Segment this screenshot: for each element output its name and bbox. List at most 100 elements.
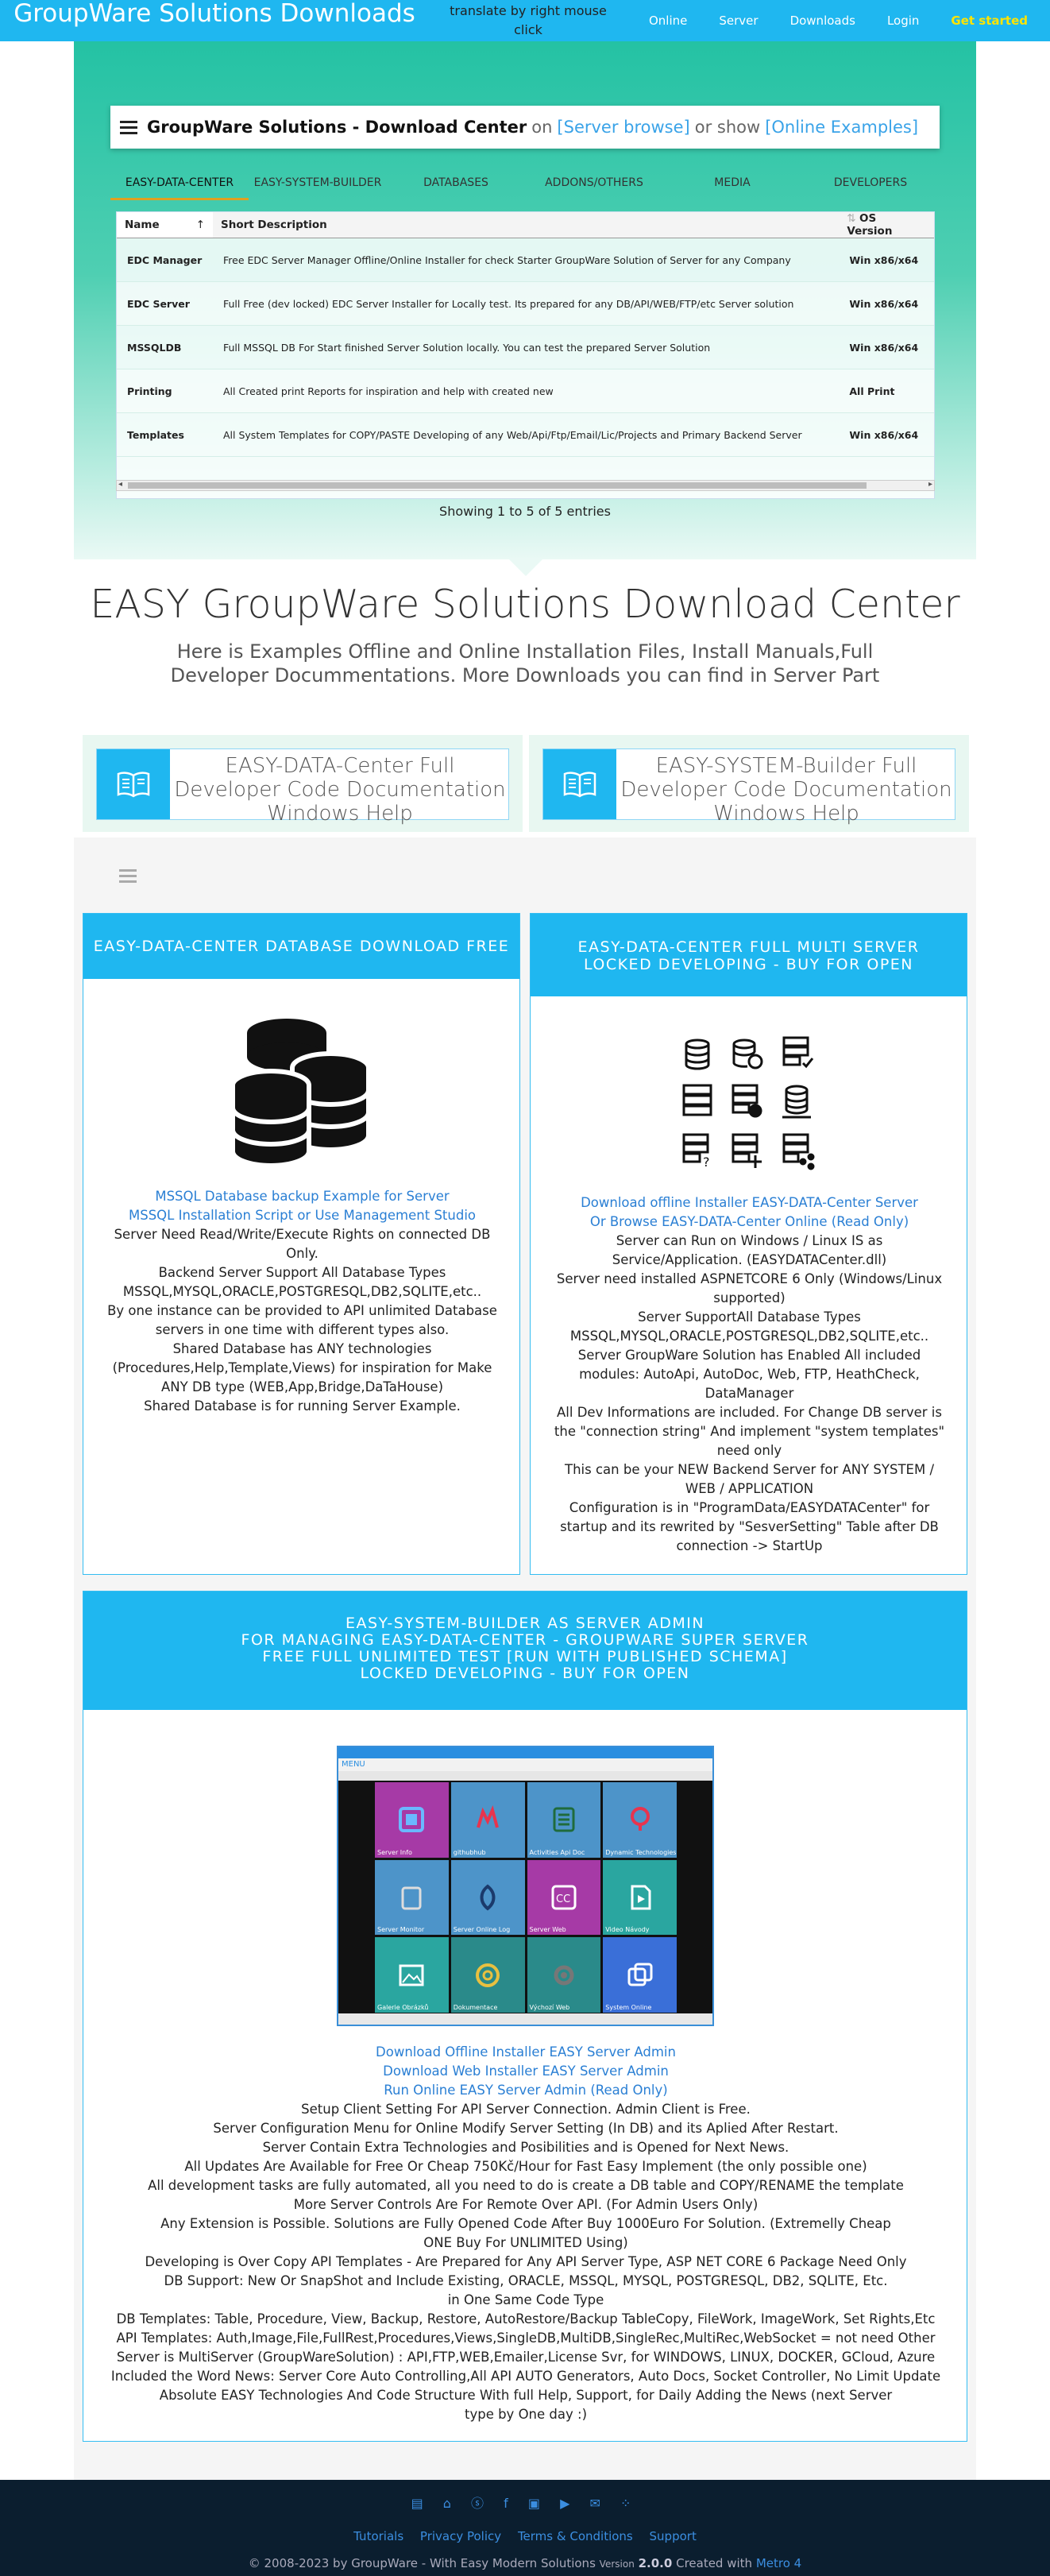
server-icons-grid: ? [677, 1035, 820, 1181]
cell-description: All System Templates for COPY/PASTE Deve… [213, 412, 840, 457]
info-line: Server Configuration Menu for Online Mod… [213, 2121, 839, 2136]
nav-link-login[interactable]: Login [887, 14, 919, 28]
hamburger-icon[interactable] [120, 118, 137, 137]
sort-up-icon[interactable]: ↑ [196, 219, 205, 231]
card-multi-server: EASY-DATA-CENTER FULL MULTI SERVER LOCKE… [530, 913, 967, 1575]
menu-icon[interactable] [119, 866, 137, 886]
cell-d [932, 238, 934, 282]
info-line: Server can Run on Windows / Linux IS as … [612, 1233, 887, 1267]
sort-icon[interactable]: ⇅ [847, 212, 859, 225]
tile-server-monitor: Server Monitor [375, 1859, 449, 1936]
footer: ▤ ⌂ ⓢ f ▣ ▶ ✉ ⁘ Tutorials Privacy Policy… [0, 2480, 1050, 2576]
tile-technologies: Dynamic Technologies [603, 1782, 677, 1858]
online-examples-link[interactable]: [Online Examples] [765, 118, 918, 137]
created-with-text: Created with [676, 2556, 753, 2570]
info-line: Server need installed ASPNETCORE 6 Only … [556, 1271, 943, 1305]
footer-link-tutorials[interactable]: Tutorials [353, 2529, 403, 2543]
nav-link-online[interactable]: Online [649, 14, 687, 28]
screenshot-tiles: Server Info githubhub Activities Api Doc… [375, 1782, 677, 2013]
home-icon[interactable]: ⌂ [443, 2496, 459, 2511]
card-title: EASY-DATA-CENTER DATABASE DOWNLOAD FREE [83, 914, 519, 979]
info-line: Server Contain Extra Technologies and Po… [262, 2140, 789, 2155]
tile-default-web: Výchozí Web [527, 1937, 601, 2013]
cell-description: Free EDC Server Manager Offline/Online I… [213, 238, 840, 282]
download-web-admin-link[interactable]: Download Web Installer EASY Server Admin [99, 2062, 952, 2081]
tile-system-online: System Online [603, 1937, 677, 2013]
info-line: More Server Controls Are For Remote Over… [293, 2197, 759, 2212]
tab-easy-data-center[interactable]: EASY-DATA-CENTER [110, 168, 249, 200]
info-line: API Templates: Auth,Image,File,FullRest,… [116, 2330, 936, 2346]
table-row[interactable]: Printing All Created print Reports for i… [117, 369, 934, 413]
run-online-admin-link[interactable]: Run Online EASY Server Admin (Read Only) [99, 2081, 952, 2100]
doc-link-data-center[interactable]: EASY-DATA-Center Full Developer Code Doc… [96, 748, 509, 826]
get-started-button[interactable]: Get started [951, 14, 1028, 28]
info-line: DB Templates: Table, Procedure, View, Ba… [116, 2311, 936, 2327]
card-database-download: EASY-DATA-CENTER DATABASE DOWNLOAD FREE … [83, 913, 520, 1575]
info-line: All development tasks are fully automate… [148, 2178, 904, 2193]
server-browse-link[interactable]: [Server browse] [557, 118, 689, 137]
info-line: Setup Client Setting For API Server Conn… [301, 2102, 751, 2117]
translate-hint: translate by right mouse click [450, 3, 607, 37]
column-header-d[interactable]: D [932, 212, 934, 238]
footer-link-support[interactable]: Support [650, 2529, 697, 2543]
tile-online-log: Server Online Log [450, 1859, 525, 1936]
svg-text:CC: CC [556, 1893, 570, 1905]
rss-icon[interactable]: ▤ [411, 2496, 431, 2511]
cell-os: Win x86/x64 [839, 325, 933, 369]
mssql-script-link[interactable]: MSSQL Installation Script or Use Managem… [107, 1206, 497, 1225]
column-header-os[interactable]: ⇅ OS Version [839, 212, 933, 238]
tile-video: Video Návody [603, 1859, 677, 1936]
download-tabs: EASY-DATA-CENTER EASY-SYSTEM-BUILDER DAT… [110, 168, 940, 200]
nav-link-server[interactable]: Server [719, 14, 758, 28]
title-on-text: on [531, 118, 553, 137]
brand-title[interactable]: GroupWare Solutions Downloads [0, 0, 429, 32]
skype-icon[interactable]: ⓢ [471, 2496, 492, 2511]
column-header-name[interactable]: Name ↑ [117, 212, 213, 238]
facebook-icon[interactable]: f [504, 2496, 516, 2511]
mssql-backup-link[interactable]: MSSQL Database backup Example for Server [107, 1187, 497, 1206]
download-offline-installer-link[interactable]: Download offline Installer EASY-DATA-Cen… [553, 1193, 946, 1213]
hero-pointer [508, 559, 543, 576]
copyright-text: © 2008-2023 by GroupWare - With Easy Mod… [248, 2556, 596, 2570]
table-info: Showing 1 to 5 of 5 entries [439, 504, 611, 519]
doc-link-system-builder[interactable]: EASY-SYSTEM-Builder Full Developer Code … [542, 748, 955, 826]
downloads-table: Name↑ Short Description ⇅ OS Version D E… [116, 211, 935, 499]
page-subtitle: Here is Examples Offline and Online Inst… [170, 640, 880, 687]
email-icon[interactable]: ✉ [590, 2496, 608, 2511]
scroll-right-icon[interactable]: ▸ [928, 480, 932, 489]
info-line: Included the Word News: Server Core Auto… [110, 2369, 941, 2384]
book-icon [97, 749, 170, 819]
cell-description: Full MSSQL DB For Start finished Server … [213, 325, 840, 369]
table-row[interactable]: Templates All System Templates for COPY/… [117, 412, 934, 457]
download-offline-admin-link[interactable]: Download Offline Installer EASY Server A… [99, 2043, 952, 2062]
table-horizontal-scrollbar[interactable]: ◂ ▸ [116, 480, 935, 491]
scroll-left-icon[interactable]: ◂ [118, 480, 122, 489]
metro4-link[interactable]: Metro 4 [756, 2556, 801, 2570]
tab-media[interactable]: MEDIA [663, 168, 801, 200]
linkedin-icon[interactable]: ▣ [528, 2496, 548, 2511]
table-row[interactable]: EDC Manager Free EDC Server Manager Offl… [117, 238, 934, 282]
database-icon [223, 1012, 382, 1174]
footer-link-privacy[interactable]: Privacy Policy [420, 2529, 501, 2543]
tab-addons-others[interactable]: ADDONS/OTHERS [525, 168, 663, 200]
tile-api-doc: Activities Api Doc [527, 1782, 601, 1858]
info-line: Shared Database is for running Server Ex… [144, 1398, 461, 1414]
tile-gallery: Galerie Obrázků [375, 1937, 449, 2013]
nav-link-downloads[interactable]: Downloads [790, 14, 855, 28]
footer-link-terms[interactable]: Terms & Conditions [518, 2529, 633, 2543]
top-navbar: GroupWare Solutions Downloads translate … [0, 0, 1050, 41]
info-line: Server SupportAll Database Types MSSQL,M… [569, 1309, 929, 1344]
apps-icon[interactable]: ⁘ [620, 2496, 639, 2511]
browse-online-link[interactable]: Or Browse EASY-DATA-Center Online (Read … [553, 1213, 946, 1232]
tab-easy-system-builder[interactable]: EASY-SYSTEM-BUILDER [249, 168, 387, 200]
youtube-icon[interactable]: ▶ [560, 2496, 577, 2511]
tab-databases[interactable]: DATABASES [387, 168, 525, 200]
scrollbar-thumb[interactable] [128, 482, 867, 489]
table-row[interactable]: MSSQLDB Full MSSQL DB For Start finished… [117, 325, 934, 369]
table-row[interactable]: EDC Server Full Free (dev locked) EDC Se… [117, 281, 934, 326]
cell-d [932, 412, 934, 457]
info-line: Configuration is in "ProgramData/EASYDAT… [560, 1500, 939, 1553]
column-header-description[interactable]: Short Description [213, 212, 840, 238]
tab-developers[interactable]: DEVELOPERS [801, 168, 940, 200]
info-line: Server Need Read/Write/Execute Rights on… [114, 1227, 491, 1261]
